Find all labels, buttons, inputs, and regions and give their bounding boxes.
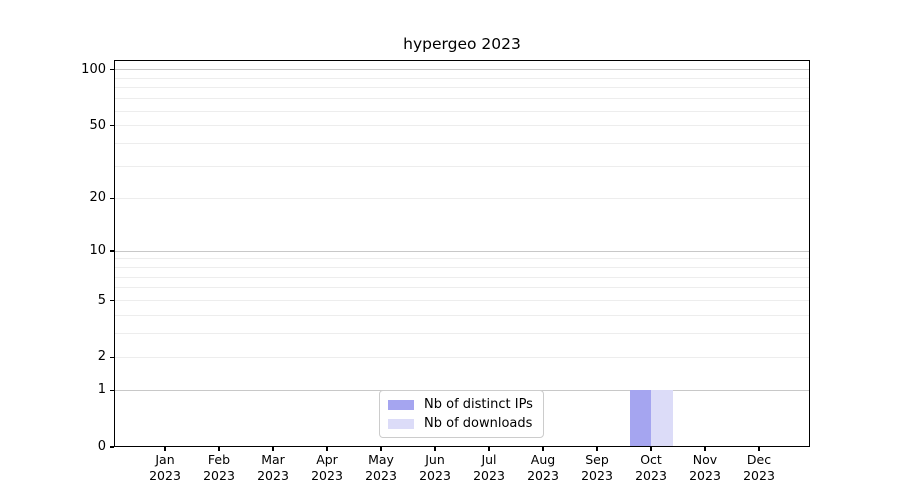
legend-swatch-icon: [388, 400, 414, 410]
legend-row: Nb of downloads: [388, 416, 533, 431]
x-tick-mark: [704, 447, 705, 451]
gridline-minor: [114, 300, 810, 301]
y-tick-label: 0: [0, 439, 106, 455]
gridline-minor: [114, 143, 810, 144]
gridline-minor: [114, 267, 810, 268]
x-tick-mark: [596, 447, 597, 451]
legend-label: Nb of distinct IPs: [424, 397, 533, 412]
y-tick-mark: [110, 69, 114, 70]
legend-swatch-icon: [388, 419, 414, 429]
y-tick-label: 100: [0, 62, 106, 78]
y-tick-mark: [110, 390, 114, 391]
y-tick-mark: [110, 446, 114, 447]
y-tick-label: 10: [0, 243, 106, 259]
x-tick-mark: [434, 447, 435, 451]
y-tick-mark: [110, 250, 114, 251]
gridline-minor: [114, 98, 810, 99]
gridline-minor: [114, 78, 810, 79]
gridline-minor: [114, 315, 810, 316]
y-tick-label: 20: [0, 190, 106, 206]
y-tick-mark: [110, 300, 114, 301]
gridline-minor: [114, 111, 810, 112]
legend-label: Nb of downloads: [424, 416, 532, 431]
x-tick-mark: [326, 447, 327, 451]
chart-title: hypergeo 2023: [114, 35, 810, 53]
gridline-minor: [114, 258, 810, 259]
gridline-minor: [114, 357, 810, 358]
x-tick-mark: [164, 447, 165, 451]
y-tick-label: 5: [0, 293, 106, 309]
gridline-minor: [114, 287, 810, 288]
y-tick-label: 50: [0, 118, 106, 134]
y-tick-label: 2: [0, 349, 106, 365]
bar-downloads: [651, 390, 673, 447]
x-tick-mark: [380, 447, 381, 451]
x-tick-mark: [488, 447, 489, 451]
y-tick-mark: [110, 357, 114, 358]
legend: Nb of distinct IPs Nb of downloads: [379, 390, 544, 438]
gridline-minor: [114, 277, 810, 278]
gridline-minor: [114, 333, 810, 334]
x-tick-mark: [758, 447, 759, 451]
bar-distinct-ips: [630, 390, 652, 447]
legend-row: Nb of distinct IPs: [388, 397, 533, 412]
gridline-minor: [114, 198, 810, 199]
gridline-minor: [114, 87, 810, 88]
gridline-major: [114, 69, 810, 70]
y-tick-mark: [110, 198, 114, 199]
x-tick-mark: [272, 447, 273, 451]
plot-area: Nb of distinct IPs Nb of downloads: [114, 60, 810, 447]
x-tick-mark: [542, 447, 543, 451]
x-tick-mark: [218, 447, 219, 451]
y-tick-mark: [110, 125, 114, 126]
gridline-major: [114, 251, 810, 252]
x-tick-mark: [650, 447, 651, 451]
y-tick-label: 1: [0, 382, 106, 398]
chart-figure: hypergeo 2023 Nb of distinct IPs Nb of do…: [0, 0, 900, 500]
gridline-minor: [114, 125, 810, 126]
gridline-minor: [114, 166, 810, 167]
x-tick-label: Dec2023: [719, 452, 799, 484]
